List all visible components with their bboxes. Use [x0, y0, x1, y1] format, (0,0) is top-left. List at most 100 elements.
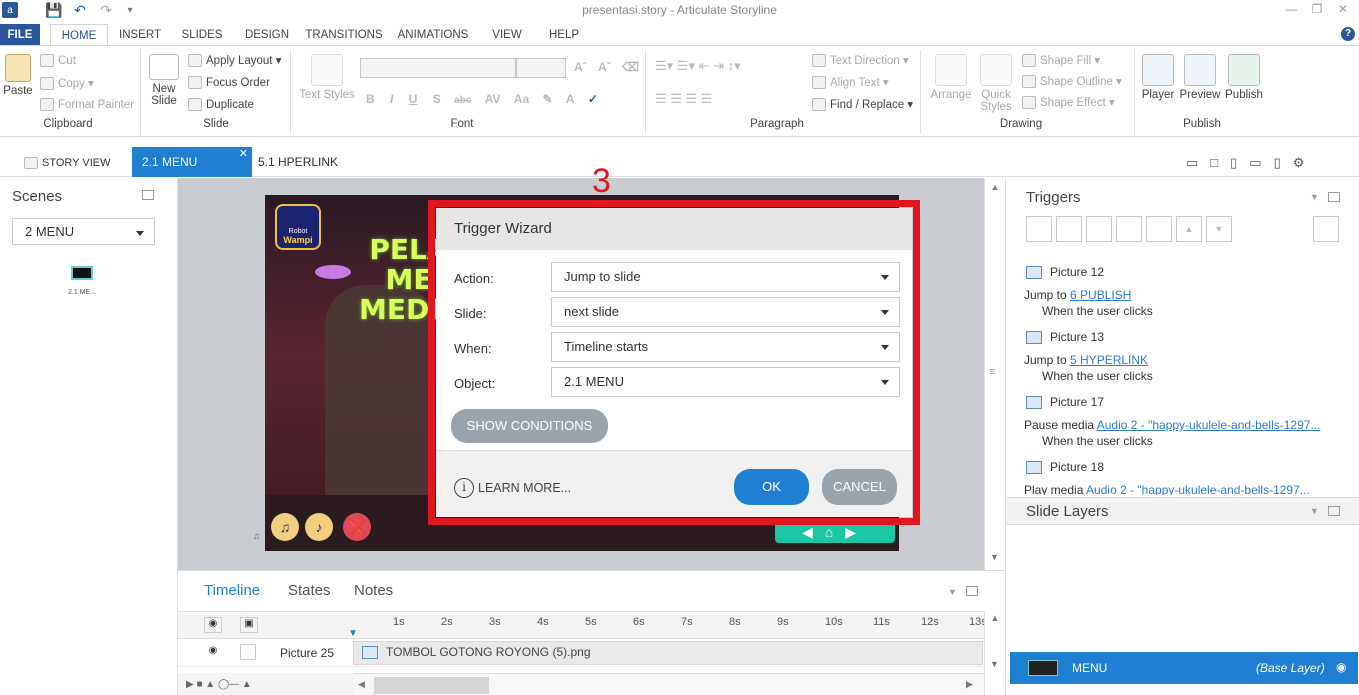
find-replace-button[interactable]: Find / Replace ▾: [812, 95, 913, 115]
scroll-down-icon[interactable]: ▼: [990, 552, 999, 562]
panel-menu-icon[interactable]: ▼: [948, 587, 957, 597]
font-color-icon[interactable]: A: [566, 92, 575, 106]
trigger-action[interactable]: Jump to 6 PUBLISH: [1024, 288, 1131, 302]
underline-icon[interactable]: U: [409, 92, 418, 106]
shadow-icon[interactable]: S: [433, 92, 441, 106]
italic-icon[interactable]: I: [390, 92, 393, 106]
trigger-action[interactable]: Jump to 5 HYPERLINK: [1024, 353, 1148, 367]
text-styles-button[interactable]: Text Styles: [298, 54, 356, 101]
spacing-icon[interactable]: AV: [485, 92, 501, 106]
scroll-right-icon[interactable]: ▶: [966, 679, 973, 690]
tab-help[interactable]: HELP: [544, 24, 584, 46]
minimize-icon[interactable]: —: [1281, 2, 1301, 18]
music-note-icon[interactable]: ♪: [305, 513, 333, 541]
close-tab-icon[interactable]: ✕: [239, 139, 248, 169]
slide-select[interactable]: next slide: [551, 297, 900, 327]
shape-fill-button[interactable]: Shape Fill ▾: [1022, 51, 1100, 71]
trigger-settings-icon[interactable]: [1313, 216, 1339, 242]
info-icon[interactable]: i: [454, 478, 474, 498]
scroll-grip-icon[interactable]: ≡: [989, 366, 995, 378]
move-down-icon[interactable]: ▼: [1206, 216, 1232, 242]
paste-button[interactable]: Paste: [2, 54, 34, 97]
align-text-button[interactable]: Align Text ▾: [812, 73, 889, 93]
tab-transitions[interactable]: TRANSITIONS: [304, 24, 384, 46]
text-direction-button[interactable]: Text Direction ▾: [812, 51, 909, 71]
cancel-button[interactable]: CANCEL: [822, 469, 897, 505]
trigger-object[interactable]: Picture 13: [1026, 330, 1104, 345]
copy-trigger-icon[interactable]: [1086, 216, 1112, 242]
panel-restore-icon[interactable]: [142, 190, 154, 200]
panel-restore-icon[interactable]: [1328, 506, 1340, 516]
when-select[interactable]: Timeline starts: [551, 332, 900, 362]
scroll-down-icon[interactable]: ▼: [990, 659, 999, 669]
tab-view[interactable]: VIEW: [486, 24, 528, 46]
new-slide-button[interactable]: New Slide: [146, 54, 182, 107]
eye-icon[interactable]: ◉: [204, 645, 222, 661]
slide-thumbnail[interactable]: [71, 266, 93, 280]
arrange-button[interactable]: Arrange: [928, 54, 974, 101]
ok-button[interactable]: OK: [734, 469, 809, 505]
tab-states[interactable]: States: [288, 582, 331, 599]
copy-button[interactable]: Copy ▾: [40, 74, 94, 94]
timeline-vscrollbar[interactable]: ▲ ▼: [984, 611, 1005, 695]
panel-menu-icon[interactable]: ▼: [1310, 192, 1319, 202]
tab-animations[interactable]: ANIMATIONS: [394, 24, 472, 46]
scroll-up-icon[interactable]: ▲: [985, 613, 1005, 623]
preview-button[interactable]: Preview: [1178, 54, 1222, 101]
quick-styles-button[interactable]: Quick Styles: [976, 54, 1016, 113]
trigger-action[interactable]: Pause media Audio 2 - "happy-ukulele-and…: [1024, 418, 1320, 432]
format-painter-button[interactable]: Format Painter: [40, 95, 134, 115]
new-trigger-icon[interactable]: [1026, 216, 1052, 242]
duplicate-button[interactable]: Duplicate: [188, 95, 254, 115]
publish-button[interactable]: Publish: [1222, 54, 1266, 101]
tab-file[interactable]: FILE: [0, 24, 40, 46]
player-button[interactable]: Player: [1140, 54, 1176, 101]
maximize-icon[interactable]: ❐: [1307, 2, 1327, 18]
font-family-select[interactable]: [360, 58, 516, 78]
timeline-bar[interactable]: TOMBOL GOTONG ROYONG (5).png: [353, 641, 983, 665]
stage-scrollbar[interactable]: ▲ ≡ ▼: [984, 178, 1005, 570]
action-select[interactable]: Jump to slide: [551, 262, 900, 292]
trigger-object[interactable]: Picture 18: [1026, 460, 1104, 475]
shape-outline-button[interactable]: Shape Outline ▾: [1022, 72, 1122, 92]
focus-order-button[interactable]: Focus Order: [188, 73, 270, 93]
tab-slide-hyperlink[interactable]: 5.1 HPERLINK: [248, 147, 348, 177]
scene-select[interactable]: 2 MENU: [12, 218, 155, 245]
base-layer-row[interactable]: MENU (Base Layer) ◉: [1010, 652, 1358, 684]
show-conditions-button[interactable]: SHOW CONDITIONS: [451, 409, 608, 443]
tab-home[interactable]: HOME: [50, 24, 108, 46]
mute-icon[interactable]: ❌: [343, 513, 371, 541]
panel-restore-icon[interactable]: [966, 586, 978, 596]
timeline-ruler[interactable]: 1s 2s 3s 4s 5s 6s 7s 8s 9s 10s 11s 12s 13s: [353, 612, 987, 640]
panel-restore-icon[interactable]: [1328, 192, 1340, 202]
trigger-object[interactable]: Picture 12: [1026, 265, 1104, 280]
object-select[interactable]: 2.1 MENU: [551, 367, 900, 397]
music-note-icon[interactable]: ♫: [271, 513, 299, 541]
delete-trigger-icon[interactable]: [1146, 216, 1172, 242]
lock-checkbox[interactable]: [240, 644, 256, 660]
timeline-hscrollbar[interactable]: ◀ ▶: [354, 673, 984, 695]
help-icon[interactable]: ?: [1341, 27, 1355, 41]
scroll-left-icon[interactable]: ◀: [358, 679, 365, 690]
change-case-icon[interactable]: Aa: [514, 92, 529, 106]
move-up-icon[interactable]: ▲: [1176, 216, 1202, 242]
shape-effect-button[interactable]: Shape Effect ▾: [1022, 93, 1115, 113]
edit-trigger-icon[interactable]: [1056, 216, 1082, 242]
device-view-icons[interactable]: ▭□▯▭▯⚙: [1186, 155, 1316, 171]
trigger-action[interactable]: Play media Audio 2 - "happy-ukulele-and-…: [1024, 483, 1310, 495]
tab-insert[interactable]: INSERT: [114, 24, 166, 46]
learn-more-link[interactable]: LEARN MORE...: [478, 481, 571, 495]
clear-formatting-icon[interactable]: ⌫: [622, 60, 639, 74]
timeline-controls[interactable]: ▶ ■ ▲ ◯— ▲: [178, 673, 354, 695]
scroll-thumb[interactable]: [374, 677, 489, 694]
panel-menu-icon[interactable]: ▼: [1310, 506, 1319, 516]
tab-story-view[interactable]: STORY VIEW: [14, 147, 120, 177]
spellcheck-icon[interactable]: ✓: [588, 92, 598, 106]
align-buttons[interactable]: ☰ ☰ ☰ ☰: [655, 91, 765, 107]
paste-trigger-icon[interactable]: [1116, 216, 1142, 242]
tab-timeline[interactable]: Timeline: [204, 582, 260, 599]
tab-slide-active[interactable]: 2.1 MENU ✕: [132, 147, 252, 177]
cut-button[interactable]: Cut: [40, 51, 76, 71]
font-size-select[interactable]: [516, 58, 566, 78]
list-buttons[interactable]: ☰▾ ☰▾ ⇤ ⇥ ↕▾: [655, 58, 805, 74]
